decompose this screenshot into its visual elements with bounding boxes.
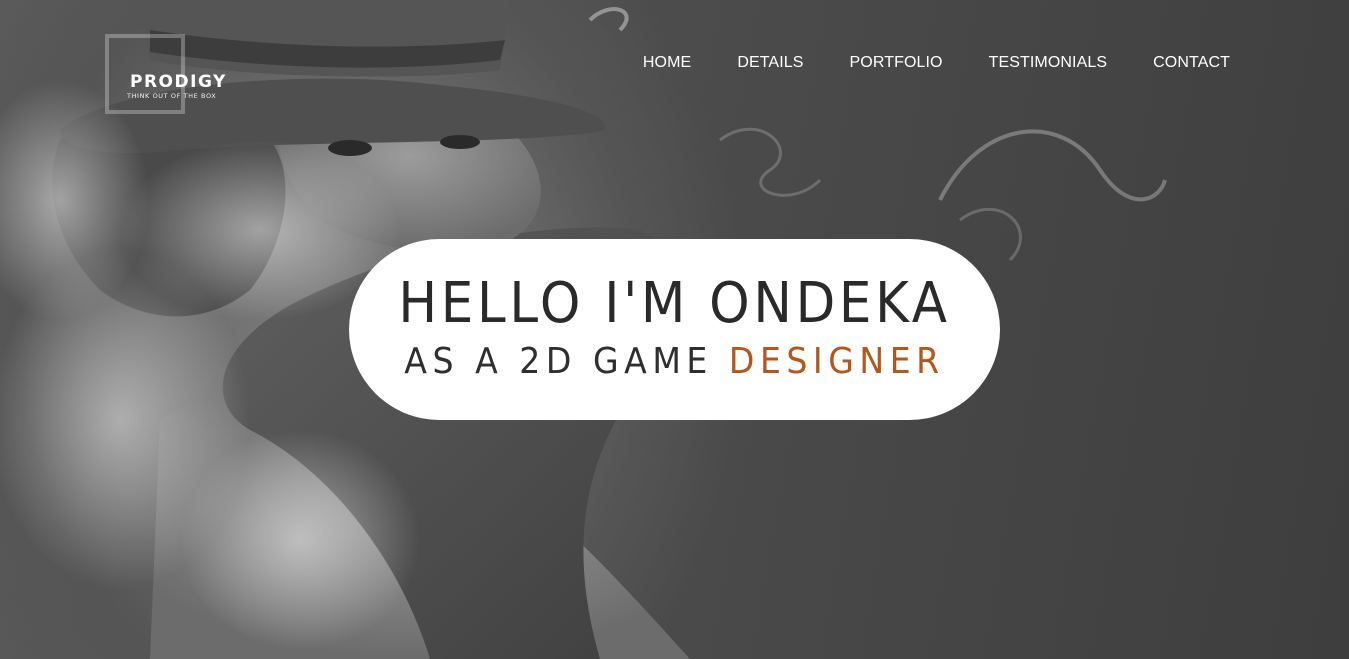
logo-name: PRODIGY: [130, 72, 227, 92]
hero-section: PRODIGY THINK OUT OF THE BOX HOME DETAIL…: [0, 0, 1349, 659]
hero-headline: HELLO I'M ONDEKA: [398, 271, 951, 336]
brand-logo[interactable]: PRODIGY THINK OUT OF THE BOX: [105, 34, 225, 114]
hero-subline-prefix: AS A 2D GAME: [404, 341, 713, 382]
logo-tagline: THINK OUT OF THE BOX: [127, 92, 217, 100]
nav-item-contact[interactable]: CONTACT: [1153, 52, 1230, 74]
nav-item-testimonials[interactable]: TESTIMONIALS: [989, 52, 1108, 74]
nav-item-portfolio[interactable]: PORTFOLIO: [850, 52, 943, 74]
main-nav: HOME DETAILS PORTFOLIO TESTIMONIALS CONT…: [597, 52, 1230, 74]
hero-intro-card: HELLO I'M ONDEKA AS A 2D GAME DESIGNER: [349, 239, 1000, 420]
nav-item-home[interactable]: HOME: [643, 52, 691, 74]
nav-item-details[interactable]: DETAILS: [737, 52, 803, 74]
hero-subline: AS A 2D GAME DESIGNER: [375, 337, 974, 387]
hero-subline-highlight: DESIGNER: [728, 341, 945, 382]
